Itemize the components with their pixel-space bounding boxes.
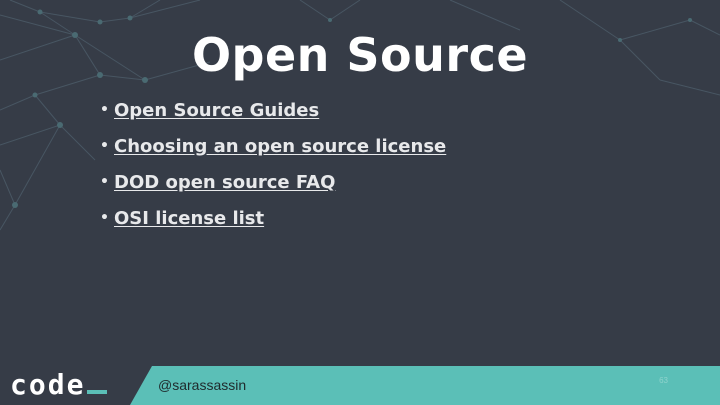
link-dod-faq[interactable]: DOD open source FAQ (114, 172, 335, 193)
code-logo: code (10, 368, 108, 401)
list-item: • DOD open source FAQ (100, 164, 446, 200)
bullet-dot-icon: • (100, 138, 109, 154)
page-number: 63 (659, 376, 668, 385)
list-item: • OSI license list (100, 200, 446, 236)
slide: Open Source • Open Source Guides • Choos… (0, 0, 720, 405)
bullet-dot-icon: • (100, 174, 109, 190)
bullet-dot-icon: • (100, 102, 109, 118)
cursor-underscore-icon (87, 390, 108, 394)
link-choosing-license[interactable]: Choosing an open source license (114, 136, 446, 157)
link-open-source-guides[interactable]: Open Source Guides (114, 100, 319, 121)
bullet-dot-icon: • (100, 210, 109, 226)
link-list: • Open Source Guides • Choosing an open … (100, 92, 446, 236)
list-item: • Choosing an open source license (100, 128, 446, 164)
list-item: • Open Source Guides (100, 92, 446, 128)
link-osi-license-list[interactable]: OSI license list (114, 208, 264, 229)
author-handle: @sarassassin (158, 377, 247, 393)
logo-text: code (10, 368, 86, 401)
footer: code @sarassassin 63 (0, 366, 720, 405)
slide-title: Open Source (191, 28, 529, 82)
